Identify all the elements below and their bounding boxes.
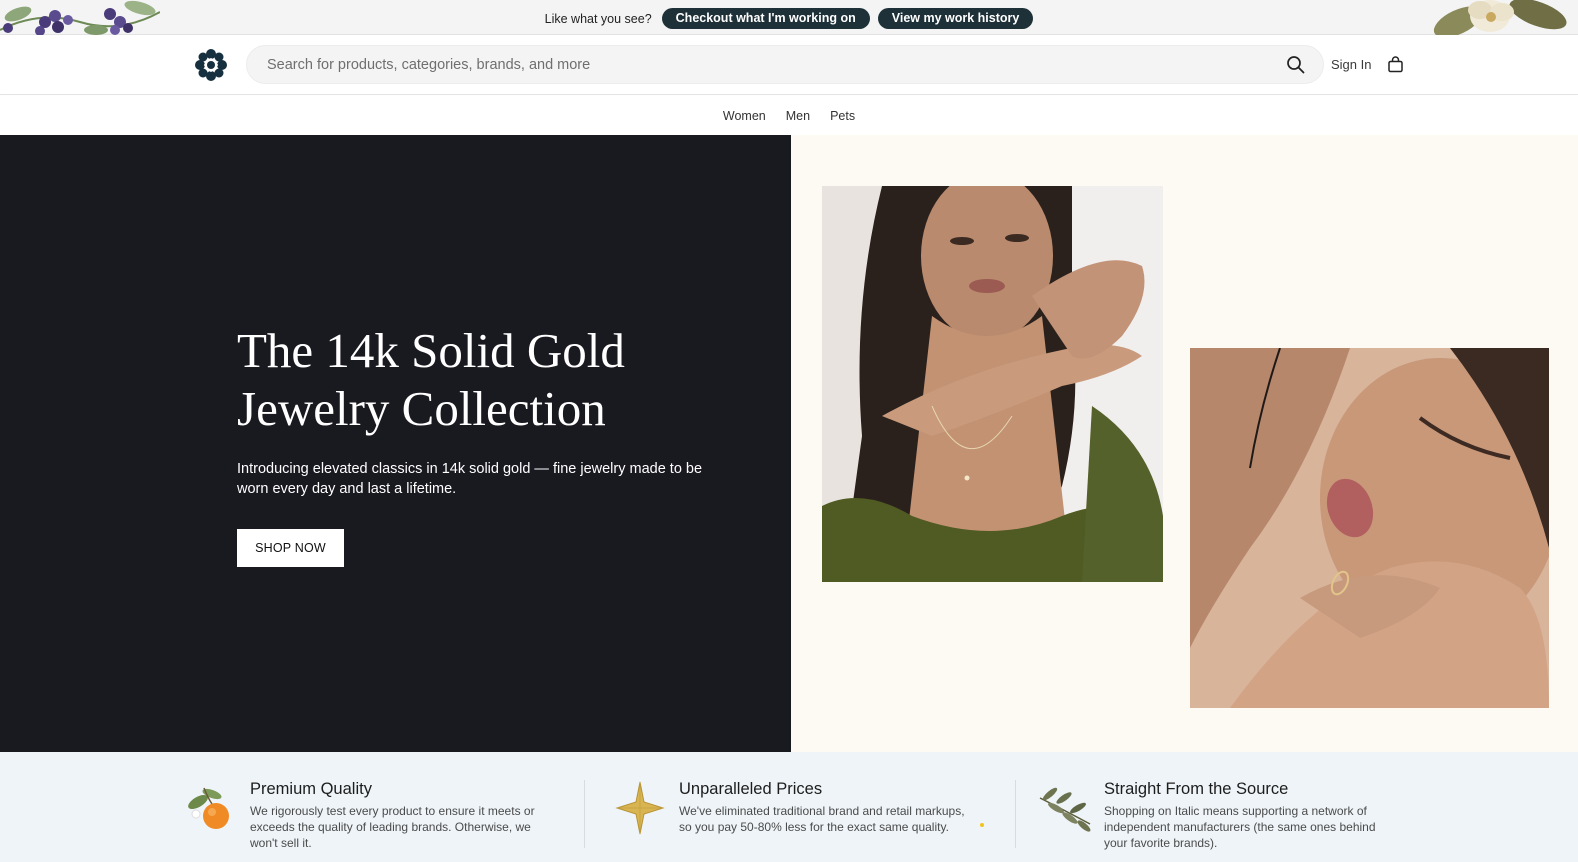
working-on-button[interactable]: Checkout what I'm working on xyxy=(661,8,870,29)
hero-panel: The 14k Solid Gold Jewelry Collection In… xyxy=(0,135,791,752)
flower-logo-icon[interactable] xyxy=(194,48,228,82)
feature-description: We rigorously test every product to ensu… xyxy=(250,804,535,850)
hero-subtitle: Introducing elevated classics in 14k sol… xyxy=(237,461,703,497)
feature-title: Unparalleled Prices xyxy=(679,780,823,798)
search-input[interactable] xyxy=(267,46,1257,83)
sign-in-link[interactable]: Sign In xyxy=(1331,57,1371,72)
feature-description: Shopping on Italic means supporting a ne… xyxy=(1104,804,1376,850)
star-icon xyxy=(611,780,669,836)
promo-text: Like what you see? xyxy=(544,11,652,26)
feature-title: Straight From the Source xyxy=(1104,780,1289,798)
shopping-bag-icon[interactable] xyxy=(1387,56,1404,73)
nav-item-women[interactable]: Women xyxy=(714,109,775,123)
magnolia-decoration-icon xyxy=(1428,0,1578,35)
shop-now-button[interactable]: SHOP NOW xyxy=(237,529,344,567)
search-bar xyxy=(246,45,1324,84)
model-ring-photo xyxy=(1190,348,1549,708)
site-header: Sign In xyxy=(0,35,1578,95)
feature-straight-from-source: Straight From the Source Shopping on Ita… xyxy=(1036,752,1436,862)
hero-title: The 14k Solid Gold Jewelry Collection xyxy=(237,323,625,436)
orange-icon xyxy=(182,780,240,836)
search-icon[interactable] xyxy=(1286,55,1305,74)
carousel-dot-icon xyxy=(980,823,984,827)
work-history-button[interactable]: View my work history xyxy=(877,8,1034,29)
feature-description: We've eliminated traditional brand and r… xyxy=(679,804,965,834)
feature-divider xyxy=(584,780,585,848)
feature-divider xyxy=(1015,780,1016,848)
feature-title: Premium Quality xyxy=(250,780,372,798)
features-strip: Premium Quality We rigorously test every… xyxy=(0,752,1578,862)
nav-item-pets[interactable]: Pets xyxy=(821,109,864,123)
category-nav: Women Men Pets xyxy=(0,96,1578,135)
model-necklace-photo xyxy=(822,186,1163,582)
nav-item-men[interactable]: Men xyxy=(777,109,819,123)
olive-branch-icon xyxy=(1036,780,1094,836)
promo-bar: Like what you see? Checkout what I'm wor… xyxy=(0,0,1578,35)
feature-premium-quality: Premium Quality We rigorously test every… xyxy=(182,752,562,862)
feature-unparalleled-prices: Unparalleled Prices We've eliminated tra… xyxy=(611,752,991,862)
